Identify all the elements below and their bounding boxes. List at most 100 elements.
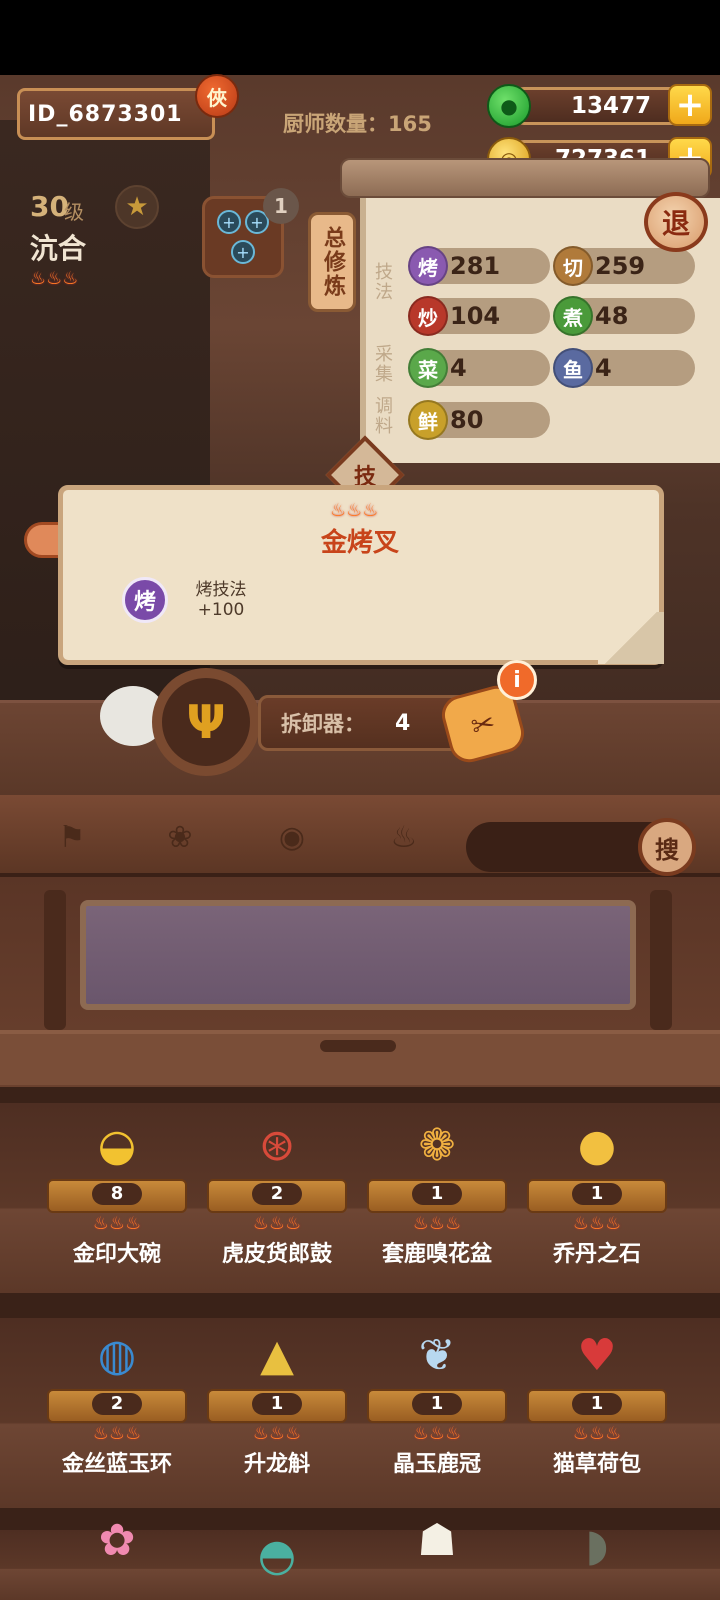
item-rarity: ♨♨♨ [47, 1213, 187, 1234]
flame-icon: ♨ [46, 268, 63, 289]
flame-icon: ♨ [252, 1423, 269, 1444]
stat-bake: 烤 281 [408, 246, 550, 286]
item-card[interactable]: ▲ 1 ♨♨♨ 升龙斛 [207, 1313, 347, 1503]
item-rarity: ♨♨♨ [207, 1213, 347, 1234]
chef-level-suffix: 级 [64, 200, 84, 224]
flame-icon: ♨ [428, 1423, 446, 1444]
page-curl [598, 612, 664, 664]
jade-icon: ● [487, 84, 531, 128]
deer-pot-icon: ❁ [418, 1119, 456, 1171]
chef-count: 厨师数量：165 [283, 112, 432, 136]
bake-icon: 烤 [122, 577, 168, 623]
item-count: 2 [252, 1183, 302, 1205]
item-card[interactable]: ❁ 1 ♨♨♨ 套鹿嗅花盆 [367, 1103, 507, 1293]
item-name: 套鹿嗅花盆 [381, 1242, 492, 1267]
stat-fresh: 鲜 80 [408, 400, 550, 440]
antler-icon: ❦ [418, 1329, 456, 1381]
item-rarity: ♨♨♨ [207, 1423, 347, 1444]
item-name: 升龙斛 [243, 1452, 310, 1477]
flame-icon: ♨ [605, 1423, 622, 1444]
flame-icon: ♨ [285, 1423, 302, 1444]
player-badge[interactable]: 俠 [195, 74, 239, 118]
attribute-name: 烤技法 [195, 580, 247, 600]
item-count: 1 [572, 1183, 622, 1205]
stat-value: 104 [450, 302, 501, 330]
item-count: 8 [92, 1183, 142, 1205]
flame-icon: ♨ [268, 1423, 286, 1444]
gear-count-badge: 1 [263, 188, 299, 224]
fork-icon: Ψ [186, 695, 226, 749]
chef-name: 沆合 [30, 232, 87, 265]
item-card[interactable]: ♥ 1 ♨♨♨ 猫草荷包 [527, 1313, 667, 1503]
flame-icon: ♨ [588, 1423, 606, 1444]
pot-icon[interactable]: ❀ [158, 815, 202, 859]
flame-icon: ♨ [252, 1213, 269, 1234]
total-training-button[interactable]: 总修炼 [308, 212, 356, 312]
item-name: 晶玉鹿冠 [392, 1452, 481, 1477]
chef-rarity: ♨♨♨ [30, 268, 78, 289]
quit-button[interactable]: 退 [644, 192, 708, 252]
flame-icon: ♨ [445, 1213, 462, 1234]
search-button[interactable]: 搜 [638, 818, 696, 876]
jade-ring-icon: ◍ [97, 1329, 137, 1381]
dismantle-count: 4 [395, 710, 411, 736]
technique-category-label: 技法 [372, 262, 393, 302]
stat-value: 4 [450, 354, 467, 382]
item-name: 乔丹之石 [552, 1242, 641, 1267]
plus-icon: + [217, 210, 241, 234]
item-rarity: ♨♨♨ [367, 1213, 507, 1234]
item-count: 1 [412, 1393, 462, 1415]
item-card[interactable]: ⊛ 2 ♨♨♨ 虎皮货郎鼓 [207, 1103, 347, 1293]
stat-vegetable: 菜 4 [408, 348, 550, 388]
stir-fry-icon: 炒 [408, 296, 448, 336]
drag-handle[interactable] [320, 1040, 396, 1052]
stone-icon: ● [577, 1119, 617, 1171]
flame-icon: ♨ [346, 500, 363, 521]
item-rarity: ♨♨♨ [330, 500, 378, 521]
item-count: 1 [572, 1393, 622, 1415]
pouch-icon: ♥ [577, 1329, 617, 1381]
butterfly-icon[interactable]: ✿ [72, 1515, 162, 1585]
pan-icon[interactable]: ◉ [270, 815, 314, 859]
basket-icon[interactable]: ◓ [232, 1530, 322, 1600]
item-card[interactable]: ◒ 8 ♨♨♨ 金印大碗 [47, 1103, 187, 1293]
stat-boil: 煮 48 [553, 296, 695, 336]
selection-board[interactable] [80, 900, 636, 1010]
item-name: 虎皮货郎鼓 [221, 1242, 332, 1267]
flame-icon: ♨ [572, 1423, 589, 1444]
item-rarity: ♨♨♨ [47, 1423, 187, 1444]
flame-icon: ♨ [108, 1423, 126, 1444]
bone-icon[interactable]: ⚑ [50, 815, 94, 859]
flame-icon: ♨ [285, 1213, 302, 1234]
flame-icon: ♨ [330, 500, 347, 521]
equipped-fork-slot[interactable]: Ψ [152, 668, 260, 776]
item-card[interactable]: ● 1 ♨♨♨ 乔丹之石 [527, 1103, 667, 1293]
cake-icon[interactable]: ☗ [392, 1515, 482, 1585]
board-post [44, 890, 66, 1030]
dragon-vessel-icon: ▲ [260, 1329, 294, 1381]
flame-icon: ♨ [108, 1213, 126, 1234]
stat-value: 48 [595, 302, 629, 330]
mortar-icon[interactable]: ◗ [552, 1520, 642, 1590]
item-card[interactable]: ❦ 1 ♨♨♨ 晶玉鹿冠 [367, 1313, 507, 1503]
fish-icon: 鱼 [553, 348, 593, 388]
star-icon[interactable]: ★ [115, 185, 159, 229]
plus-icon: + [231, 240, 255, 264]
seasoning-category-label: 调料 [372, 396, 393, 436]
board-post [650, 890, 672, 1030]
bake-icon: 烤 [408, 246, 448, 286]
flame-icon: ♨ [605, 1213, 622, 1234]
player-id[interactable]: ID_6873301 [17, 88, 215, 140]
drum-icon: ⊛ [258, 1119, 296, 1171]
add-jade-button[interactable]: + [668, 84, 712, 126]
stat-cut: 切 259 [553, 246, 695, 286]
scroll-roller [340, 158, 710, 198]
flame-icon: ♨ [125, 1423, 142, 1444]
boil-icon: 煮 [553, 296, 593, 336]
flame-icon: ♨ [92, 1213, 109, 1234]
item-card[interactable]: ◍ 2 ♨♨♨ 金丝蓝玉环 [47, 1313, 187, 1503]
flame-icon: ♨ [125, 1213, 142, 1234]
info-button[interactable]: i [497, 660, 537, 700]
fire-icon[interactable]: ♨ [382, 815, 426, 859]
flame-icon: ♨ [572, 1213, 589, 1234]
